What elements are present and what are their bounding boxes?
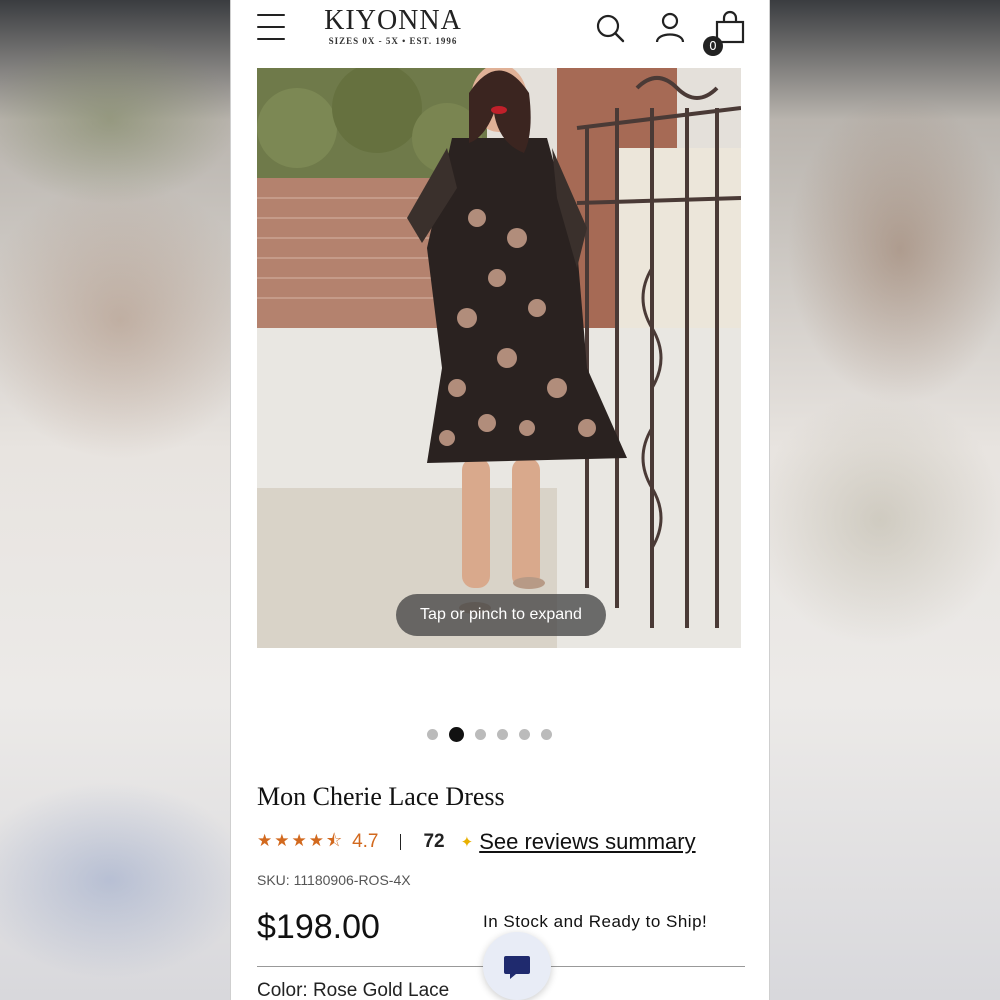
logo-tagline: SIZES 0X - 5X • EST. 1996 — [328, 36, 458, 46]
color-label: Color: Rose Gold Lace — [257, 980, 450, 1000]
gallery-dot-3[interactable] — [475, 728, 486, 740]
cart-count-badge: 0 — [703, 36, 723, 56]
gallery-dot-6[interactable] — [541, 728, 552, 740]
hamburger-icon[interactable] — [257, 14, 285, 40]
gallery-dot-2[interactable] — [449, 726, 464, 742]
review-count: 72 — [423, 831, 445, 852]
product-price: $198.00 — [257, 908, 380, 946]
stock-status: In Stock and Ready to Ship! — [483, 912, 708, 931]
rating-value: 4.7 — [352, 831, 379, 852]
star-rating-icon[interactable]: ★★★★⯪ — [257, 828, 344, 857]
gallery-dot-1[interactable] — [427, 728, 438, 740]
rating-divider — [400, 834, 402, 850]
product-image[interactable] — [257, 68, 741, 648]
gallery-pagination — [427, 726, 577, 742]
rating-row: ★★★★⯪ 4.7 72 ✦ See reviews summary — [257, 828, 696, 856]
logo-text: KIYONNA — [324, 5, 462, 36]
sparkle-icon: ✦ — [460, 834, 474, 851]
site-header: KIYONNA SIZES 0X - 5X • EST. 1996 0 — [231, 0, 769, 62]
chat-icon[interactable] — [483, 932, 551, 1000]
product-title: Mon Cherie Lace Dress — [257, 782, 505, 811]
gallery-dot-5[interactable] — [519, 728, 530, 740]
product-sku: SKU: 11180906-ROS-4X — [257, 872, 411, 888]
see-reviews-summary-link[interactable]: See reviews summary — [479, 829, 695, 855]
tap-to-expand-hint: Tap or pinch to expand — [396, 594, 606, 636]
gallery-dot-4[interactable] — [497, 728, 508, 740]
user-icon[interactable] — [653, 10, 687, 46]
bag-icon[interactable]: 0 — [703, 10, 747, 56]
mobile-page: KIYONNA SIZES 0X - 5X • EST. 1996 0 Tap … — [230, 0, 770, 1000]
search-icon[interactable] — [593, 10, 627, 46]
brand-logo[interactable]: KIYONNA SIZES 0X - 5X • EST. 1996 — [313, 4, 473, 46]
